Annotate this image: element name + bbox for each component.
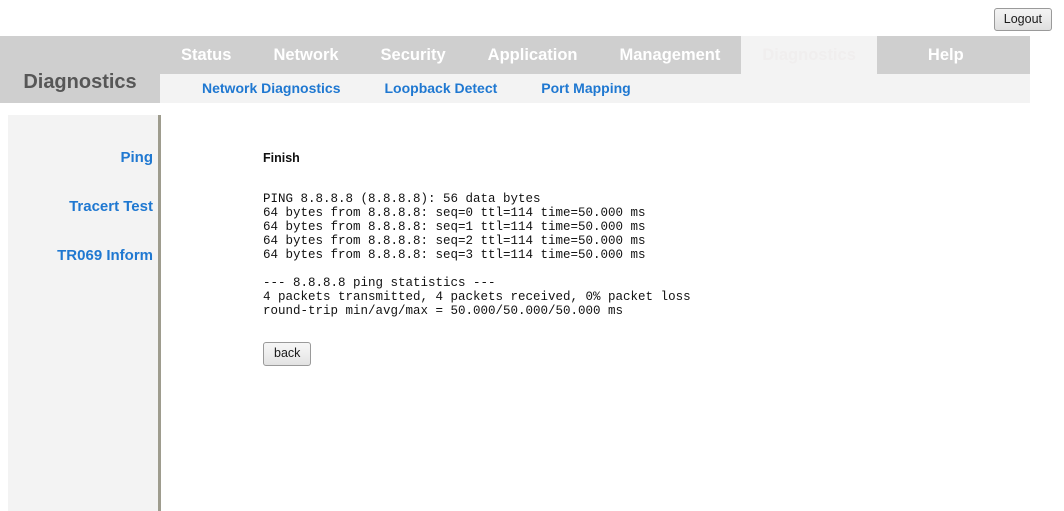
top-bar: Logout — [0, 0, 1064, 36]
nav-item-help[interactable]: Help — [907, 36, 985, 74]
ping-output: PING 8.8.8.8 (8.8.8.8): 56 data bytes 64… — [164, 165, 1064, 318]
page-title: Diagnostics — [0, 36, 160, 103]
nav-item-security[interactable]: Security — [360, 36, 467, 74]
page-body: Ping Tracert Test TR069 Inform Finish PI… — [0, 115, 1064, 511]
sidebar: Ping Tracert Test TR069 Inform — [8, 115, 161, 511]
secondary-nav: Network Diagnostics Loopback Detect Port… — [160, 74, 1030, 103]
nav-item-diagnostics[interactable]: Diagnostics — [741, 36, 877, 74]
nav-item-application[interactable]: Application — [467, 36, 599, 74]
status-heading: Finish — [164, 115, 1064, 165]
sidebar-item-tracert-test[interactable]: Tracert Test — [8, 182, 158, 231]
sidebar-item-ping[interactable]: Ping — [8, 133, 158, 182]
logout-button[interactable]: Logout — [994, 8, 1052, 31]
primary-nav: Status Network Security Application Mana… — [160, 36, 985, 74]
sidebar-item-tr069-inform[interactable]: TR069 Inform — [8, 231, 158, 280]
navigation-header: Diagnostics Status Network Security Appl… — [0, 36, 1064, 108]
subnav-item-port-mapping[interactable]: Port Mapping — [519, 74, 652, 103]
nav-item-status[interactable]: Status — [160, 36, 252, 74]
main-content: Finish PING 8.8.8.8 (8.8.8.8): 56 data b… — [164, 115, 1064, 511]
back-button[interactable]: back — [263, 342, 311, 366]
nav-item-management[interactable]: Management — [599, 36, 742, 74]
nav-item-network[interactable]: Network — [252, 36, 359, 74]
subnav-item-loopback-detect[interactable]: Loopback Detect — [362, 74, 519, 103]
back-button-row: back — [164, 318, 1064, 366]
subnav-item-network-diagnostics[interactable]: Network Diagnostics — [160, 74, 362, 103]
